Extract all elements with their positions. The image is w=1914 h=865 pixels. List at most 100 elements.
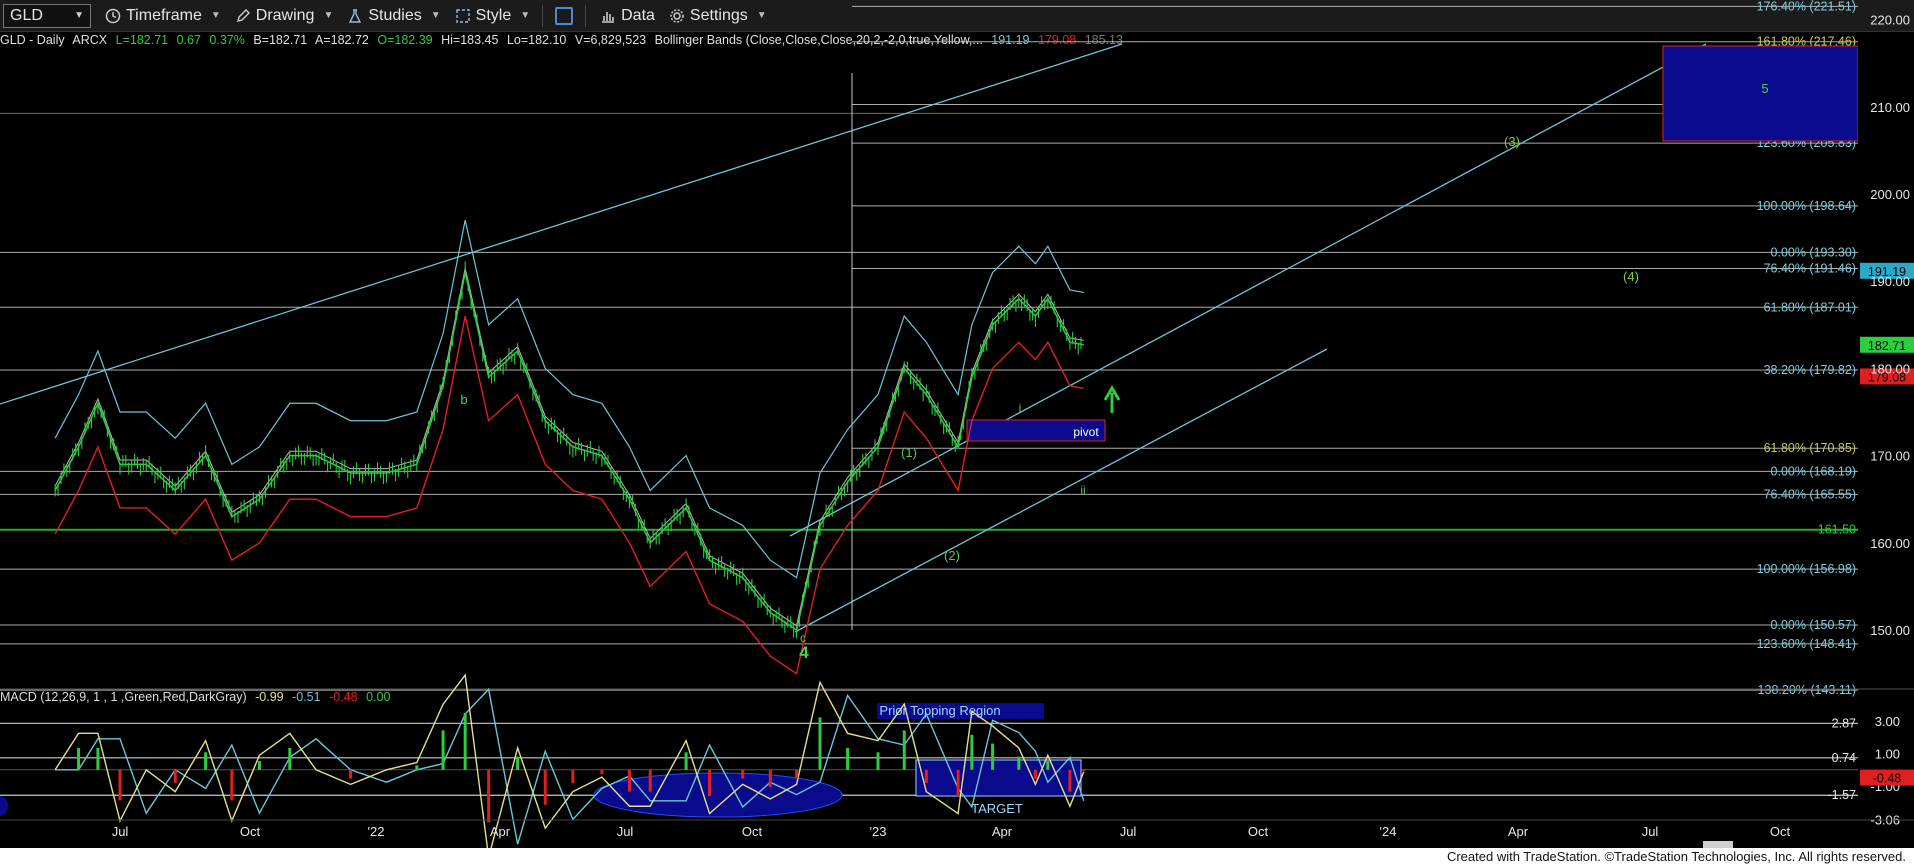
x-tick-label: Jul [617,824,634,839]
drawing-menu[interactable]: Drawing ▼ [235,6,334,25]
chevron-down-icon: ▼ [323,10,334,21]
data-menu[interactable]: Data [600,7,655,25]
style-icon [455,8,470,23]
fib-level-label: 61.80% (187.01) [1764,300,1856,314]
macd-v3: -0.48 [329,690,358,704]
price-axis-panel [1858,36,1914,688]
x-tick-label: Apr [992,824,1013,839]
macd-value-tag-label: -0.48 [1873,772,1902,786]
target-ellipse [0,796,8,816]
y-tick-label: 190.00 [1870,274,1910,289]
gear-icon [670,8,684,23]
macd-v2: -0.51 [292,690,321,704]
wave-label: ii [1080,483,1085,497]
price-chart[interactable]: 300.00% (259.54)261.80% (247.91)100.00% … [0,0,1914,865]
x-tick-label: Jul [1120,824,1137,839]
status-bb-upper: 191.19 [991,33,1030,47]
prior-topping-box [877,703,1044,719]
style-menu[interactable]: Style ▼ [455,7,530,25]
y-tick-label: 160.00 [1870,536,1910,551]
fib-level-label: 76.40% (191.46) [1764,261,1856,275]
timeframe-label: Timeframe [126,6,202,24]
x-tick-label: Jul [1642,824,1659,839]
chevron-down-icon: ▼ [756,10,767,21]
macd-level-label: -1.57 [1828,788,1857,802]
fib-level-label: 100.00% (198.64) [1757,199,1856,213]
scrollbar-thumb [1703,841,1733,848]
dropdown-caret-icon: ▼ [74,10,84,21]
target-ellipse [593,772,843,818]
style-label: Style [475,6,512,24]
macd-y-tick-label: 1.00 [1875,747,1900,762]
studies-menu[interactable]: Studies ▼ [347,6,441,25]
pivot-box [966,419,1106,442]
status-line: GLD - Daily ARCX L=182.71 0.67 0.37% B=1… [0,33,1128,49]
status-bb-mid: 185.13 [1084,33,1123,47]
status-bb-lower: 179.08 [1038,33,1077,47]
macd-level-label: 2.87 [1832,716,1856,730]
status-high: Hi=183.45 [441,33,499,47]
layout-icon[interactable] [555,6,574,25]
target-box [1662,45,1859,142]
prior-topping-label: Prior Topping Region [879,703,1000,718]
bar-chart-icon [602,11,615,23]
studies-label: Studies [368,6,422,24]
y-tick-label: 150.00 [1870,623,1910,638]
x-tick-label: Apr [490,824,511,839]
trend-channel-line [794,348,1328,633]
fib-level-label: 61.80% (209.25) [1764,106,1856,120]
fib-level-label: 123.60% (205.83) [1757,136,1856,150]
status-change: 0.67 [176,33,201,47]
clock-icon [105,8,121,23]
bollinger-lower-band [54,315,1084,675]
timeframe-menu[interactable]: Timeframe ▼ [105,7,221,25]
price-tag [1860,336,1914,353]
x-tick-label: Oct [1770,824,1791,839]
x-tick-label: Jul [112,824,129,839]
fib-level-label: 138.20% (143.11) [1758,683,1856,697]
chevron-down-icon: ▼ [430,10,441,21]
footer-credit: Created with TradeStation. ©TradeStation… [0,848,1914,865]
symbol-selector[interactable]: GLD ▼ [3,3,91,28]
bullish-arrow-icon [1103,385,1121,413]
chevron-down-icon: ▼ [210,10,221,21]
x-tick-label: '24 [1380,824,1397,839]
fib-level-label: 0.00% (193.30) [1771,245,1856,259]
y-tick-label: 210.00 [1870,100,1910,115]
wave-label: i [1019,401,1022,415]
fib-level-label: 76.40% (165.55) [1764,487,1856,501]
macd-y-tick-label: -3.06 [1870,812,1900,827]
status-bid: B=182.71 [253,33,308,47]
wave-label: b [460,392,467,407]
macd-signal-line [55,687,1085,845]
fib-level-label: 0.00% (168.19) [1771,464,1856,478]
x-tick-label: Apr [1508,824,1529,839]
fib-level-label: 138.20% (210.27) [1757,97,1856,111]
status-last: L=182.71 [115,33,169,47]
trend-channel-line [0,43,1123,405]
status-bb-label: Bollinger Bands (Close,Close,Close,20,2,… [654,33,983,47]
drawing-label: Drawing [255,6,315,24]
price-tag-label: 179.08 [1868,370,1906,384]
flask-icon [349,8,362,23]
price-line [54,272,1084,632]
x-tick-label: Oct [1248,824,1269,839]
macd-label: MACD (12,26,9, 1 , 1 ,Green,Red,DarkGray… [0,690,247,704]
pencil-icon [236,8,250,22]
wave-label: pivot [1073,425,1099,439]
target-label: TARGET [971,801,1023,816]
chevron-down-icon: ▼ [520,10,531,21]
wave-label: (4) [1623,269,1639,284]
wave-label: 4 [799,643,809,662]
x-tick-label: Oct [240,824,261,839]
fib-level-label: 61.80% (170.85) [1764,441,1856,455]
trend-channel-line [789,43,1707,537]
y-tick-label: 200.00 [1870,187,1910,202]
macd-y-tick-label: 3.00 [1875,714,1900,729]
status-open: O=182.39 [377,33,433,47]
wave-label: c [800,631,806,645]
fib-level-label: 38.20% (179.82) [1764,363,1856,377]
fib-level-label: 100.00% (156.98) [1757,562,1856,576]
settings-menu[interactable]: Settings ▼ [669,7,767,25]
macd-value-tag [1860,769,1914,786]
